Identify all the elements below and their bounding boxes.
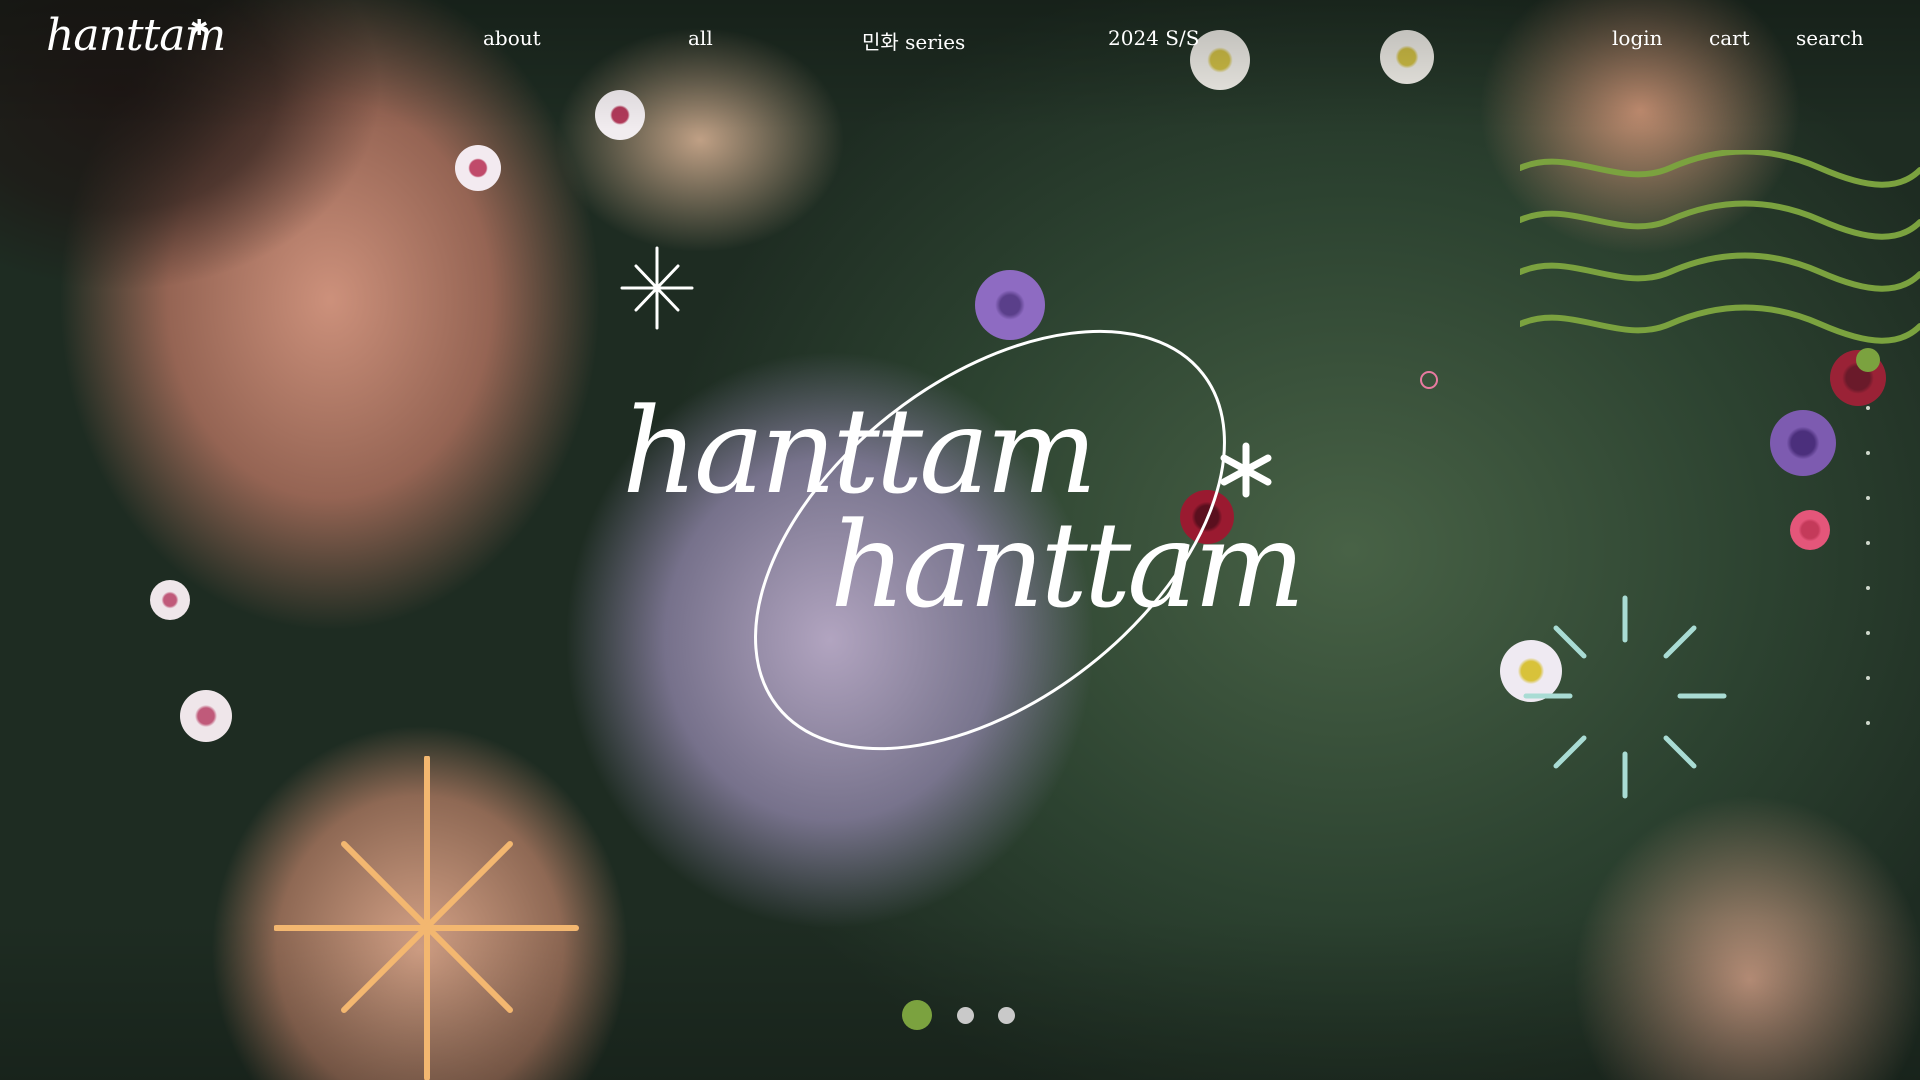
slider-dot[interactable] (998, 1007, 1015, 1024)
nav-link-all[interactable]: all (688, 26, 713, 50)
asterisk-icon: ✱ (190, 16, 209, 41)
asterisk-icon (1220, 442, 1272, 498)
hero-title: hanttam hanttam (600, 300, 1305, 780)
nav-link-about[interactable]: about (483, 26, 541, 50)
slider-dot[interactable] (957, 1007, 974, 1024)
hero-title-line-2: hanttam (830, 496, 1305, 634)
green-dot (1856, 348, 1880, 372)
hero-stage: hanttam ✱ about all 민화 series 2024 S/S l… (0, 0, 1920, 1080)
site-header: hanttam ✱ about all 민화 series 2024 S/S l… (0, 0, 1920, 80)
wave-lines-icon (1520, 150, 1920, 344)
ring-icon (1420, 371, 1438, 389)
burst-icon (1523, 595, 1727, 799)
nav-link-2024-ss[interactable]: 2024 S/S (1108, 26, 1199, 50)
slider-dot-active[interactable] (902, 1000, 932, 1030)
nav-link-minhwa-series[interactable]: 민화 series (862, 26, 965, 55)
nav-link-search[interactable]: search (1796, 26, 1864, 50)
dotted-line (1866, 406, 1870, 725)
starburst-icon (274, 756, 579, 1080)
nav-link-cart[interactable]: cart (1709, 26, 1750, 50)
nav-link-login[interactable]: login (1612, 26, 1663, 50)
